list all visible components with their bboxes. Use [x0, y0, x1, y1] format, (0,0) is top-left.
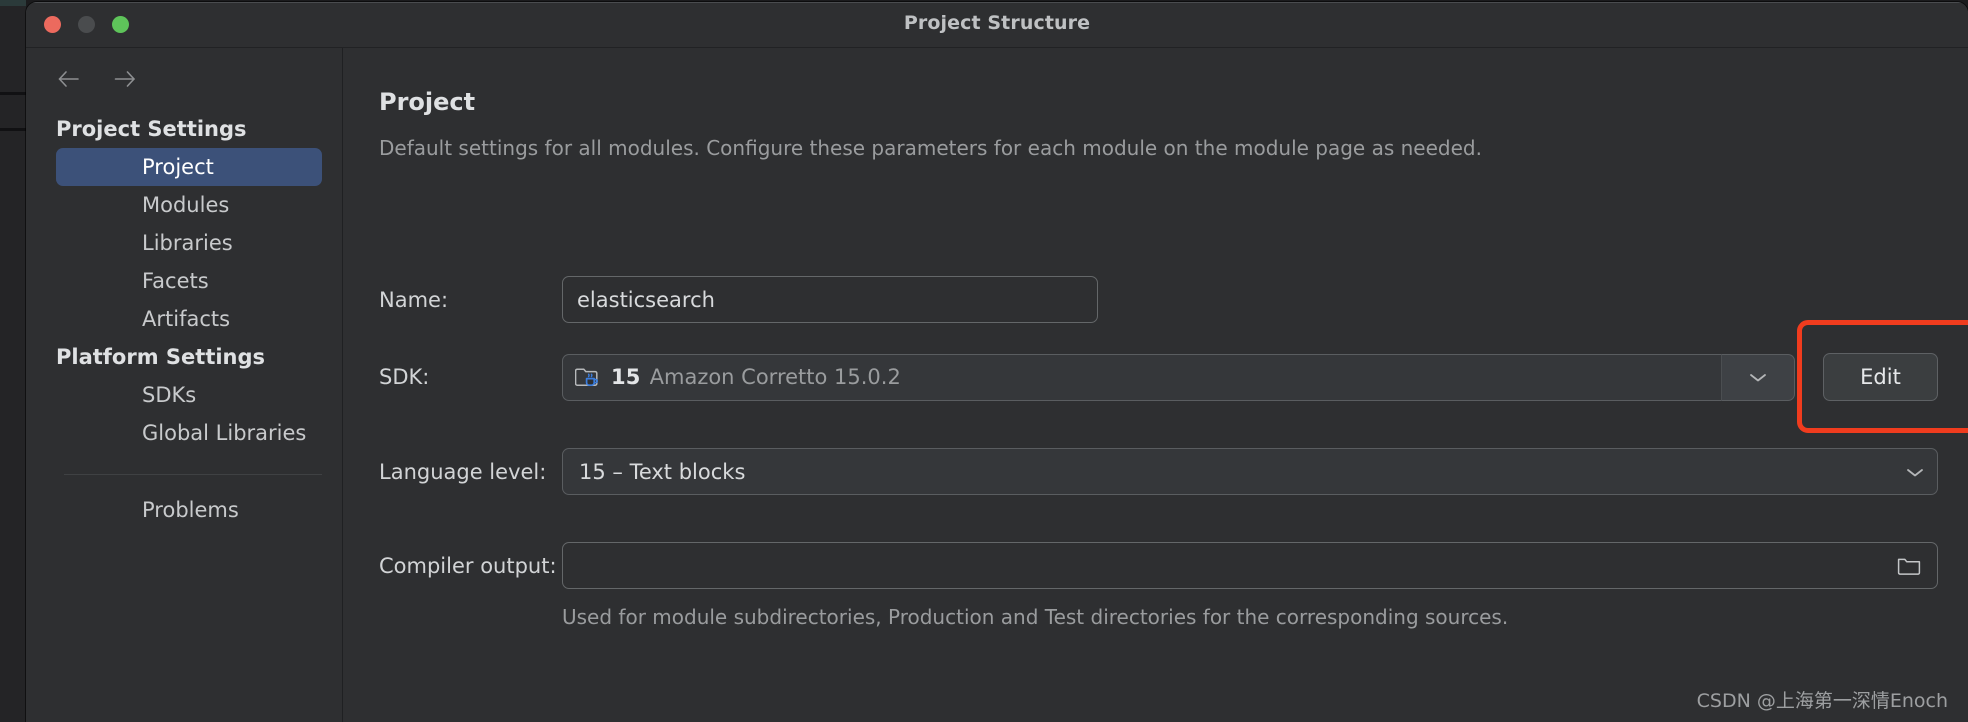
sdk-label: SDK: — [379, 365, 430, 389]
language-level-label: Language level: — [379, 459, 547, 484]
sdk-name-label: Amazon Corretto 15.0.2 — [649, 365, 901, 389]
window-titlebar: Project Structure — [26, 2, 1968, 48]
window-title: Project Structure — [903, 12, 1091, 34]
forward-arrow-icon[interactable] — [112, 66, 138, 92]
edit-sdk-button[interactable]: Edit — [1823, 353, 1938, 401]
project-settings-panel: Project Default settings for all modules… — [343, 48, 1968, 722]
sdk-row: SDK: 15 Amazon Corretto 15.0.2 Edit — [379, 353, 1938, 401]
nav-group-platform-settings: Platform Settings — [56, 345, 266, 369]
language-level-value: 15 – Text blocks — [579, 459, 746, 484]
sdk-version-label: 15 — [611, 365, 641, 389]
compiler-output-row: Compiler output: — [379, 542, 1938, 589]
sidebar-item-global-libraries[interactable]: Global Libraries — [56, 414, 322, 452]
window-body: Project Settings Project Modules Librari… — [26, 48, 1968, 722]
sidebar-divider — [64, 474, 322, 475]
desktop-backdrop: Project Structure Project Settings Proje… — [0, 0, 1968, 722]
backdrop-notch-mid — [0, 92, 26, 95]
sidebar-item-problems[interactable]: Problems — [56, 491, 322, 529]
name-row: Name: elasticsearch — [379, 276, 1938, 323]
sidebar-item-modules[interactable]: Modules — [56, 186, 322, 224]
language-level-combobox[interactable]: 15 – Text blocks — [562, 448, 1938, 495]
name-input-value: elasticsearch — [577, 287, 715, 312]
sidebar-item-artifacts[interactable]: Artifacts — [56, 300, 322, 338]
compiler-output-label: Compiler output: — [379, 553, 557, 578]
chevron-down-icon — [1907, 468, 1923, 476]
sidebar-item-libraries[interactable]: Libraries — [56, 224, 322, 262]
nav-group-project-settings: Project Settings — [56, 117, 247, 141]
sidebar-item-facets[interactable]: Facets — [56, 262, 322, 300]
compiler-output-hint: Used for module subdirectories, Producti… — [562, 605, 1509, 629]
page-title: Project — [379, 88, 476, 116]
watermark-text: CSDN @上海第一深情Enoch — [1696, 690, 1948, 712]
name-input[interactable]: elasticsearch — [562, 276, 1098, 323]
sdk-combobox[interactable]: 15 Amazon Corretto 15.0.2 — [562, 353, 1721, 401]
compiler-output-input[interactable] — [562, 542, 1938, 589]
navigation-arrows — [56, 66, 138, 92]
jdk-folder-icon — [574, 365, 602, 389]
language-level-row: Language level: 15 – Text blocks — [379, 448, 1938, 495]
settings-nav-list: Project Settings Project Modules Librari… — [26, 110, 342, 529]
folder-icon[interactable] — [1897, 556, 1923, 576]
sdk-dropdown-button[interactable] — [1721, 353, 1795, 401]
sidebar-item-sdks[interactable]: SDKs — [56, 376, 322, 414]
sidebar-item-project[interactable]: Project — [56, 148, 322, 186]
back-arrow-icon[interactable] — [56, 66, 82, 92]
chevron-down-icon — [1750, 374, 1766, 382]
project-structure-window: Project Structure Project Settings Proje… — [26, 2, 1968, 722]
settings-sidebar: Project Settings Project Modules Librari… — [26, 48, 343, 722]
name-label: Name: — [379, 287, 449, 312]
backdrop-notch-top — [0, 0, 26, 6]
edit-sdk-button-label: Edit — [1860, 365, 1901, 389]
backdrop-strip — [0, 0, 26, 722]
page-description: Default settings for all modules. Config… — [379, 136, 1482, 160]
backdrop-notch-low — [0, 128, 26, 131]
